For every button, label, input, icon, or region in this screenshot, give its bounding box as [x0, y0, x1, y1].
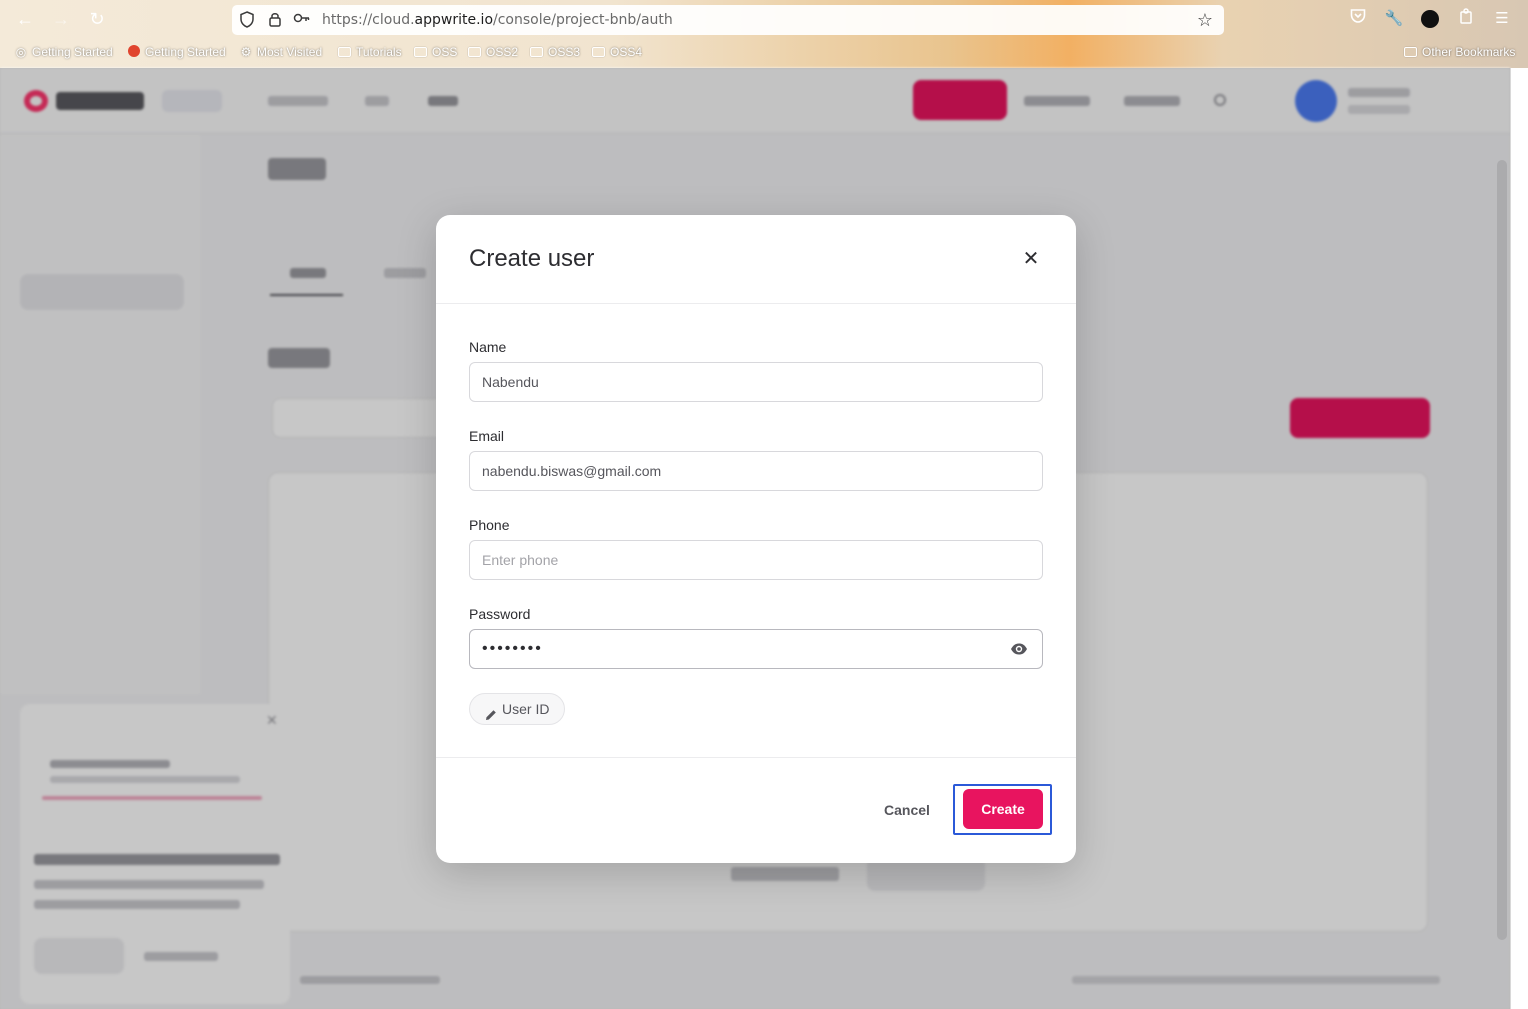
firefox-icon: [127, 45, 141, 59]
bookmark-folder[interactable]: Tutorials: [338, 45, 402, 59]
bookmark-folder[interactable]: OSS: [414, 45, 457, 59]
bookmark-label: OSS: [432, 45, 458, 59]
bookmark-label: OSS2: [486, 45, 519, 59]
star-bookmark-icon[interactable]: ☆: [1196, 11, 1214, 29]
folder-icon: [468, 47, 481, 57]
bookmark-item[interactable]: ⚙ Most Visited: [239, 45, 323, 59]
browser-toolbar: ← → ↻ https://cloud.appwrite.io/console/…: [0, 0, 1528, 68]
create-button[interactable]: Create: [963, 789, 1043, 829]
pencil-icon: [484, 702, 498, 720]
bookmark-item[interactable]: ◎ Getting Started: [14, 45, 113, 59]
password-field[interactable]: [469, 629, 1043, 669]
folder-icon: [1404, 47, 1417, 57]
user-id-label: User ID: [502, 701, 550, 717]
globe-icon: ◎: [15, 45, 27, 59]
folder-icon: [592, 47, 605, 57]
folder-icon: [414, 47, 427, 57]
address-bar[interactable]: https://cloud.appwrite.io/console/projec…: [232, 5, 1224, 35]
bookmark-folder[interactable]: OSS3: [530, 45, 580, 59]
lock-icon[interactable]: [266, 11, 284, 29]
folder-icon: [530, 47, 543, 57]
bookmark-label: Getting Started: [145, 45, 226, 59]
pocket-icon[interactable]: [1347, 8, 1369, 30]
password-label: Password: [469, 606, 531, 622]
bookmark-label: Most Visited: [257, 45, 323, 59]
phone-field[interactable]: [469, 540, 1043, 580]
reload-icon[interactable]: ↻: [86, 8, 108, 30]
name-label: Name: [469, 339, 507, 355]
email-field[interactable]: [469, 451, 1043, 491]
gear-icon: ⚙: [240, 45, 252, 59]
modal-header: Create user ✕: [436, 215, 1076, 304]
hamburger-menu-icon[interactable]: ☰: [1491, 8, 1513, 30]
bookmarks-bar: ◎ Getting Started Getting Started ⚙ Most V…: [0, 42, 1528, 64]
wrench-icon[interactable]: 🔧: [1383, 8, 1405, 30]
url-domain: appwrite.io: [414, 12, 494, 28]
email-label: Email: [469, 428, 505, 444]
phone-label: Phone: [469, 517, 510, 533]
cancel-button[interactable]: Cancel: [870, 793, 944, 827]
bookmark-item[interactable]: Getting Started: [127, 45, 226, 59]
url-prefix: https://cloud.: [322, 12, 415, 28]
bookmark-label: Other Bookmarks: [1422, 45, 1516, 59]
name-field[interactable]: [469, 362, 1043, 402]
create-user-modal: Create user ✕ Name Email Phone Password …: [436, 215, 1076, 863]
back-arrow-icon[interactable]: ←: [14, 8, 36, 30]
window-edge: [1510, 68, 1528, 1009]
puzzle-extensions-icon[interactable]: [1455, 8, 1477, 30]
url-text[interactable]: https://cloud.appwrite.io/console/projec…: [322, 12, 673, 28]
bookmark-label: OSS4: [610, 45, 643, 59]
shield-icon[interactable]: [238, 11, 256, 29]
forward-arrow-icon[interactable]: →: [50, 8, 72, 30]
other-bookmarks-folder[interactable]: Other Bookmarks: [1404, 45, 1515, 59]
key-icon[interactable]: [293, 11, 311, 29]
bookmark-folder[interactable]: OSS2: [468, 45, 518, 59]
eye-show-password-icon[interactable]: [1009, 639, 1029, 659]
user-id-button[interactable]: User ID: [469, 693, 565, 725]
modal-title: Create user: [469, 245, 595, 272]
modal-footer-divider: [436, 757, 1076, 758]
bookmark-folder[interactable]: OSS4: [592, 45, 642, 59]
bookmark-label: Tutorials: [356, 45, 402, 59]
extension-badge-icon[interactable]: [1419, 8, 1441, 30]
bookmark-label: Getting Started: [32, 45, 113, 59]
page-scrollbar-thumb[interactable]: [1497, 160, 1507, 940]
folder-icon: [338, 47, 351, 57]
close-icon[interactable]: ✕: [1020, 248, 1042, 270]
url-path: /console/project-bnb/auth: [493, 12, 673, 28]
bookmark-label: OSS3: [548, 45, 581, 59]
